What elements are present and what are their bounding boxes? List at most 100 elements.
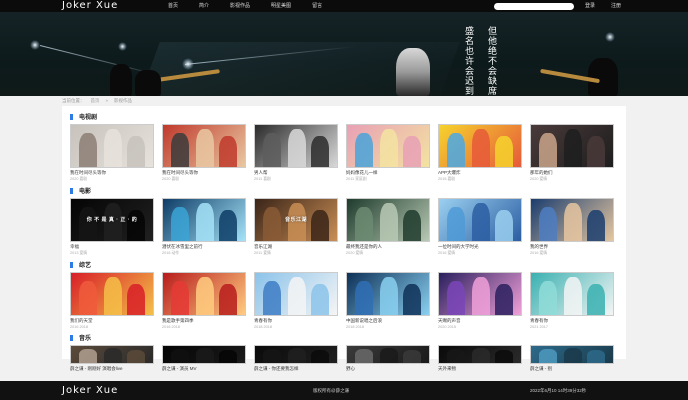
work-card[interactable]: 你 不 是 真 · 正 · 的幸福 2013 爱情	[70, 198, 154, 256]
poster-figure	[195, 203, 214, 241]
nav-messages[interactable]: 留言	[312, 0, 322, 12]
work-card[interactable]: 野心	[346, 345, 430, 372]
work-title[interactable]: 妈妈像花儿一样	[346, 170, 430, 176]
work-title[interactable]: 我在时间尽头等你	[70, 170, 154, 176]
work-poster[interactable]	[70, 272, 154, 316]
top-navbar: Joker Xue 首页 简介 影视作品 明星美图 留言 登录 注册	[0, 0, 688, 12]
work-title[interactable]: 青春有你	[530, 318, 614, 324]
work-title[interactable]: 薛之谦 - 演员 MV	[162, 366, 246, 372]
poster-figure	[263, 349, 282, 363]
work-card[interactable]: 我的世界 2016 爱情	[530, 198, 614, 256]
work-poster[interactable]	[438, 345, 522, 364]
search-input[interactable]	[494, 3, 574, 10]
work-poster[interactable]	[162, 272, 246, 316]
work-poster[interactable]: 你 不 是 真 · 正 · 的	[70, 198, 154, 242]
poster-figure	[586, 209, 605, 241]
work-card[interactable]: 最终我还是你的人 2020 爱情	[346, 198, 430, 256]
work-card[interactable]: 天赐的声音 2020 2015	[438, 272, 522, 329]
section-marker	[70, 113, 73, 120]
work-title[interactable]: 薛之谦 - 别	[530, 366, 614, 372]
nav-photos[interactable]: 明星美图	[271, 0, 291, 12]
work-title[interactable]: 天赐的声音	[438, 318, 522, 324]
work-title[interactable]: 我们的天堂	[70, 318, 154, 324]
work-card[interactable]: 中国新说唱之后浪 2018 2018	[346, 272, 430, 329]
work-poster[interactable]	[346, 198, 430, 242]
nav-works[interactable]: 影视作品	[230, 0, 250, 12]
poem-line-2: 盛名也许会迟到	[463, 26, 473, 96]
work-card[interactable]: 潜伏在冰雪里之前行 2016 动作	[162, 198, 246, 256]
work-title[interactable]: 我是歌手第四季	[162, 318, 246, 324]
work-title[interactable]: APP大爆炸	[438, 170, 522, 176]
work-card[interactable]: 我在时间尽头等你 2020 喜剧	[70, 124, 154, 182]
poster-figure	[103, 347, 122, 363]
work-poster[interactable]: 音乐江湖	[254, 198, 338, 242]
work-poster[interactable]	[530, 272, 614, 316]
work-title[interactable]: 中国新说唱之后浪	[346, 318, 430, 324]
work-poster[interactable]	[530, 198, 614, 242]
poster-figure	[79, 349, 98, 363]
poster-figure	[79, 207, 98, 241]
breadcrumb-home[interactable]: 首页	[91, 98, 100, 104]
work-poster[interactable]	[346, 124, 430, 168]
stage-light	[30, 40, 40, 50]
work-card[interactable]: 妈妈像花儿一样 2011 家庭剧	[346, 124, 430, 182]
work-title[interactable]: 男人帮	[254, 170, 338, 176]
work-title[interactable]: 音乐江湖	[254, 244, 338, 250]
work-meta: 2020 2015	[438, 325, 456, 329]
work-title[interactable]: 薛之谦 - 你还要我怎样	[254, 366, 338, 372]
work-card[interactable]: 我是歌手第四季 2016 2018	[162, 272, 246, 329]
work-poster[interactable]	[162, 345, 246, 364]
breadcrumb-current: 影视作品	[114, 98, 133, 103]
work-poster[interactable]	[438, 272, 522, 316]
work-title[interactable]: 薛之谦 - 刚刚好 演唱会live	[70, 366, 154, 372]
work-title[interactable]: 幸福	[70, 244, 154, 250]
work-title[interactable]: 一位时间的大学时光	[438, 244, 522, 250]
poster-figure	[494, 135, 513, 167]
poster-figure	[310, 135, 329, 167]
work-card[interactable]: 音乐江湖 音乐江湖 2011 爱情	[254, 198, 338, 256]
login-link[interactable]: 登录	[585, 0, 595, 12]
work-poster[interactable]	[254, 345, 338, 364]
stage-light	[605, 32, 615, 42]
work-poster[interactable]	[346, 345, 430, 364]
work-card[interactable]: 薛之谦 - 别	[530, 345, 614, 372]
work-poster[interactable]	[162, 198, 246, 242]
work-poster[interactable]	[530, 124, 614, 168]
work-title[interactable]: 天外来物	[438, 366, 522, 372]
work-poster[interactable]	[254, 124, 338, 168]
work-title[interactable]: 那年的她们	[530, 170, 614, 176]
work-card[interactable]: 一位时间的大学时光 2016 爱情	[438, 198, 522, 256]
work-poster[interactable]	[70, 345, 154, 364]
work-title[interactable]: 我在时间尽头等你	[162, 170, 246, 176]
work-card[interactable]: 那年的她们 2020 爱情	[530, 124, 614, 182]
hero-banner: 但他绝不会缺席 盛名也许会迟到	[0, 12, 688, 96]
work-poster[interactable]	[254, 272, 338, 316]
work-card[interactable]: 天外来物	[438, 345, 522, 372]
register-link[interactable]: 注册	[611, 0, 621, 12]
work-card[interactable]: APP大爆炸 2015 喜剧	[438, 124, 522, 182]
work-poster[interactable]	[162, 124, 246, 168]
work-poster[interactable]	[530, 345, 614, 364]
work-title[interactable]: 野心	[346, 366, 430, 372]
work-card[interactable]: 我们的天堂 2016 2018	[70, 272, 154, 329]
work-card[interactable]: 薛之谦 - 刚刚好 演唱会live	[70, 345, 154, 372]
work-title[interactable]: 最终我还是你的人	[346, 244, 430, 250]
work-poster[interactable]	[70, 124, 154, 168]
work-card[interactable]: 青春有你 2018 2018	[254, 272, 338, 329]
work-card[interactable]: 男人帮 2011 喜剧	[254, 124, 338, 182]
work-card[interactable]: 薛之谦 - 你还要我怎样	[254, 345, 338, 372]
work-title[interactable]: 潜伏在冰雪里之前行	[162, 244, 246, 250]
poster-figure	[218, 209, 237, 241]
nav-home[interactable]: 首页	[168, 0, 178, 12]
work-card[interactable]: 青春有你 2021 2017	[530, 272, 614, 329]
work-poster[interactable]	[438, 198, 522, 242]
work-card[interactable]: 我在时间尽头等你 2020 喜剧	[162, 124, 246, 182]
work-title[interactable]: 青春有你	[254, 318, 338, 324]
nav-intro[interactable]: 简介	[199, 0, 209, 12]
work-title[interactable]: 我的世界	[530, 244, 614, 250]
work-poster[interactable]	[438, 124, 522, 168]
work-poster[interactable]	[346, 272, 430, 316]
site-logo[interactable]: Joker Xue	[62, 0, 118, 12]
poster-figure	[471, 277, 490, 315]
work-card[interactable]: 薛之谦 - 演员 MV	[162, 345, 246, 372]
